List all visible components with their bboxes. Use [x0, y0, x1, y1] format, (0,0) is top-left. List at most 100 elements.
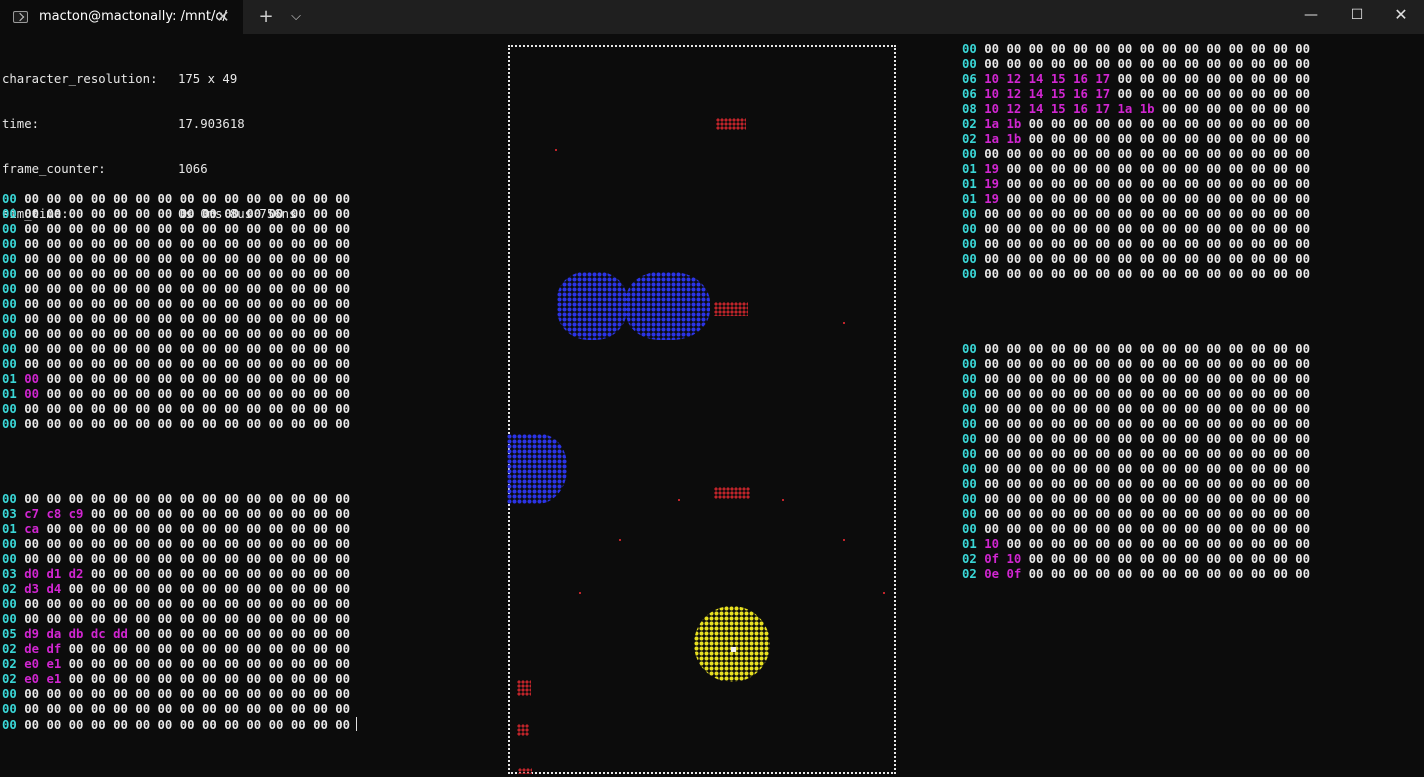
hex-row: 00 00 00 00 00 00 00 00 00 00 00 00 00 0…: [2, 417, 350, 432]
hex-value: e0: [24, 672, 40, 686]
hex-zero: 00: [1273, 402, 1288, 416]
hex-zero: 00: [1050, 507, 1066, 521]
close-window-button[interactable]: ✕: [1378, 0, 1424, 30]
hex-zero: 00: [46, 718, 62, 732]
hex-zero: 00: [1184, 102, 1199, 116]
hex-zero: 00: [113, 567, 128, 581]
hex-zero: 00: [1250, 222, 1266, 236]
hex-zero: 00: [1273, 57, 1288, 71]
hex-count: 00: [2, 537, 17, 551]
hex-zero: 00: [68, 357, 84, 371]
hex-zero: 00: [246, 372, 262, 386]
hex-zero: 00: [1184, 87, 1199, 101]
hex-zero: 00: [113, 282, 128, 296]
hex-row: 03 c7 c8 c9 00 00 00 00 00 00 00 00 00 0…: [2, 507, 357, 522]
hex-zero: 00: [1228, 117, 1244, 131]
hex-zero: 00: [335, 567, 351, 581]
hex-zero: 00: [90, 492, 106, 506]
hex-row: 00 00 00 00 00 00 00 00 00 00 00 00 00 0…: [962, 432, 1310, 447]
hex-zero: 00: [224, 372, 239, 386]
hex-zero: 00: [1073, 342, 1088, 356]
hex-zero: 00: [68, 582, 84, 596]
hex-zero: 00: [68, 342, 84, 356]
hex-zero: 00: [984, 462, 1000, 476]
blue-particle-cluster: [557, 272, 627, 340]
hex-zero: 00: [1295, 447, 1311, 461]
hex-zero: 00: [1161, 162, 1177, 176]
minimize-button[interactable]: —: [1288, 0, 1334, 30]
hex-zero: 00: [1161, 102, 1177, 116]
hex-value: 12: [1006, 87, 1022, 101]
hex-count: 00: [962, 147, 977, 161]
hex-zero: 00: [179, 672, 195, 686]
hex-zero: 00: [113, 612, 128, 626]
hex-zero: 00: [24, 702, 40, 716]
hex-zero: 00: [113, 642, 128, 656]
hex-zero: 00: [1184, 402, 1199, 416]
hex-zero: 00: [1250, 387, 1266, 401]
hex-zero: 00: [1206, 447, 1222, 461]
hex-zero: 00: [1184, 222, 1199, 236]
hex-zero: 00: [90, 252, 106, 266]
hex-row: 01 00 00 00 00 00 00 00 00 00 00 00 00 0…: [2, 387, 350, 402]
hex-zero: 00: [1295, 552, 1311, 566]
hex-zero: 00: [113, 402, 128, 416]
hex-zero: 00: [68, 657, 84, 671]
hex-zero: 00: [246, 687, 262, 701]
tab-close-icon[interactable]: ✕: [214, 7, 232, 27]
hex-zero: 00: [1139, 207, 1155, 221]
hex-count: 00: [962, 462, 977, 476]
hex-zero: 00: [1250, 432, 1266, 446]
hex-zero: 00: [246, 627, 262, 641]
hex-zero: 00: [1117, 492, 1133, 506]
hex-zero: 00: [113, 297, 128, 311]
hex-zero: 00: [201, 387, 217, 401]
hex-zero: 00: [268, 252, 284, 266]
hex-zero: 00: [1228, 342, 1244, 356]
hex-zero: 00: [1117, 477, 1133, 491]
hex-zero: 00: [1117, 207, 1133, 221]
hex-zero: 00: [1073, 417, 1088, 431]
dropdown-icon[interactable]: ⌵: [285, 6, 307, 28]
hex-zero: 00: [1295, 402, 1311, 416]
hex-zero: 00: [290, 492, 306, 506]
hex-zero: 00: [313, 342, 328, 356]
hex-zero: 00: [224, 492, 239, 506]
hex-zero: 00: [46, 552, 62, 566]
hex-zero: 00: [1206, 147, 1222, 161]
hex-zero: 00: [1073, 492, 1088, 506]
hex-zero: 00: [135, 718, 151, 732]
hex-zero: 00: [113, 372, 128, 386]
hex-zero: 00: [157, 372, 173, 386]
hex-zero: 00: [1073, 132, 1088, 146]
hex-zero: 00: [1139, 132, 1155, 146]
hex-zero: 00: [1161, 567, 1177, 581]
hex-zero: 00: [313, 267, 328, 281]
hex-zero: 00: [268, 207, 284, 221]
new-tab-button[interactable]: +: [255, 6, 277, 28]
hex-zero: 00: [157, 507, 173, 521]
hex-zero: 00: [1006, 402, 1022, 416]
hex-zero: 00: [246, 702, 262, 716]
hex-zero: 00: [1095, 357, 1111, 371]
hex-zero: 00: [135, 372, 151, 386]
hex-row: 01 19 00 00 00 00 00 00 00 00 00 00 00 0…: [962, 162, 1310, 177]
hex-zero: 00: [268, 387, 284, 401]
hex-zero: 00: [1273, 87, 1288, 101]
maximize-button[interactable]: ☐: [1334, 0, 1380, 30]
hex-zero: 00: [46, 702, 62, 716]
hex-zero: 00: [984, 237, 1000, 251]
hex-zero: 00: [1117, 267, 1133, 281]
hex-row: 00 00 00 00 00 00 00 00 00 00 00 00 00 0…: [962, 522, 1310, 537]
hex-zero: 00: [224, 672, 239, 686]
hex-zero: 00: [1006, 357, 1022, 371]
hex-zero: 00: [1250, 567, 1266, 581]
hex-zero: 00: [313, 207, 328, 221]
hex-count: 00: [962, 237, 977, 251]
terminal-tab[interactable]: macton@mactonally: /mnt/c/ ✕: [0, 0, 243, 34]
hex-count: 01: [2, 522, 17, 536]
hex-zero: 00: [246, 222, 262, 236]
hex-zero: 00: [313, 417, 328, 431]
hex-row: 00 00 00 00 00 00 00 00 00 00 00 00 00 0…: [2, 687, 357, 702]
hex-zero: 00: [1006, 42, 1022, 56]
